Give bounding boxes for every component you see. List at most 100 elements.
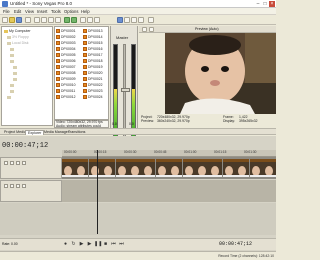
status-bar: Record Time (2 channels): 128:42:10	[0, 251, 276, 260]
menu-file[interactable]: File	[3, 9, 10, 14]
copy-icon[interactable]	[41, 17, 47, 23]
external-monitor-icon[interactable]	[149, 27, 154, 32]
ruler-tick-label: 00:00:45	[154, 150, 167, 154]
video-clip-thumbnail[interactable]	[129, 159, 142, 177]
new-icon[interactable]	[2, 17, 8, 23]
file-info: Video: 720x480x32, 29.970 fps Audio: str…	[54, 120, 109, 128]
video-clip-thumbnail[interactable]	[263, 159, 276, 177]
timeline-empty-area[interactable]	[0, 203, 276, 235]
video-clip-thumbnail[interactable]	[222, 159, 236, 177]
fader-knob[interactable]	[121, 88, 130, 93]
tree-item[interactable]	[10, 89, 15, 94]
cut-icon[interactable]	[34, 17, 40, 23]
video-clip-thumbnail[interactable]	[249, 159, 263, 177]
menu-tools[interactable]: Tools	[51, 9, 61, 14]
mute-icon[interactable]	[16, 184, 20, 188]
paste-icon[interactable]	[48, 17, 54, 23]
file-item[interactable]: DPX0024	[83, 95, 103, 101]
maximize-button[interactable]: □	[262, 1, 268, 7]
video-clip-thumbnail[interactable]	[236, 159, 250, 177]
minimize-button[interactable]: –	[255, 1, 261, 7]
tab-transitions[interactable]: Transitions	[66, 130, 87, 135]
file-item[interactable]: DPX0012	[56, 95, 76, 101]
tree-item[interactable]	[13, 71, 18, 76]
selection-tool-icon[interactable]	[131, 17, 137, 23]
track-fx-icon[interactable]	[10, 184, 14, 188]
redo-icon[interactable]	[71, 17, 77, 23]
zoom-tool-icon[interactable]	[138, 17, 144, 23]
loop-icon[interactable]: ↻	[70, 241, 77, 248]
tree-item[interactable]: My Computer	[4, 29, 31, 34]
tree-item[interactable]: 3½ Floppy	[7, 35, 29, 40]
preview-properties-icon[interactable]	[142, 27, 147, 32]
properties-icon[interactable]	[25, 17, 31, 23]
video-file-icon	[83, 89, 87, 94]
menu-help[interactable]: Help	[81, 9, 90, 14]
video-file-icon	[83, 59, 87, 64]
video-track[interactable]	[62, 157, 276, 179]
video-clip-thumbnail[interactable]	[209, 159, 223, 177]
menu-bar: File Edit View Insert Tools Options Help	[0, 8, 276, 15]
arm-record-icon[interactable]	[4, 184, 8, 188]
menu-insert[interactable]: Insert	[37, 9, 47, 14]
delete-icon[interactable]	[55, 17, 61, 23]
tree-item[interactable]	[10, 53, 15, 58]
tree-item[interactable]	[13, 77, 18, 82]
video-clip-thumbnail[interactable]	[182, 159, 196, 177]
audio-track[interactable]	[62, 180, 276, 202]
video-file-icon	[56, 77, 60, 82]
folder-icon	[10, 89, 14, 93]
video-clip-thumbnail[interactable]	[102, 159, 116, 177]
close-button[interactable]: ×	[269, 1, 275, 7]
timeline-ruler[interactable]: 00:00:00 00:00:15 00:00:30 00:00:45 00:01:00…	[62, 150, 276, 157]
track-fx-icon[interactable]	[10, 161, 14, 165]
menu-options[interactable]: Options	[64, 9, 78, 14]
pause-icon[interactable]: ❚❚	[94, 241, 102, 248]
video-clip-thumbnail[interactable]	[155, 159, 169, 177]
preview-quality-select[interactable]: Preview (Auto)	[195, 27, 219, 31]
undo-icon[interactable]	[64, 17, 70, 23]
go-to-end-icon[interactable]: ⏭	[118, 241, 125, 248]
video-file-icon	[56, 35, 60, 40]
video-clip-thumbnail[interactable]	[196, 159, 209, 177]
solo-icon[interactable]	[22, 184, 26, 188]
video-clip-thumbnail[interactable]	[115, 159, 129, 177]
video-track-header[interactable]	[0, 157, 62, 179]
video-file-icon	[83, 71, 87, 76]
video-file-icon	[56, 89, 60, 94]
video-clip-thumbnail[interactable]	[75, 159, 89, 177]
video-clip-thumbnail[interactable]	[142, 159, 156, 177]
tree-item[interactable]: Local Disk	[7, 41, 29, 46]
tree-item[interactable]	[13, 65, 18, 70]
video-clip-thumbnail[interactable]	[62, 159, 75, 177]
normal-edit-tool-icon[interactable]	[117, 17, 123, 23]
timeline-cursor[interactable]	[97, 150, 98, 234]
help-icon[interactable]	[148, 17, 154, 23]
mute-icon[interactable]	[16, 161, 20, 165]
go-to-start-icon[interactable]: ⏮	[110, 241, 117, 248]
explorer-tree[interactable]: My Computer 3½ Floppy Local Disk	[1, 26, 53, 126]
tree-item[interactable]	[10, 47, 15, 52]
record-icon[interactable]: ●	[62, 241, 69, 248]
video-file-icon	[56, 65, 60, 70]
play-from-start-icon[interactable]: ▶	[78, 241, 85, 248]
tree-item[interactable]	[7, 95, 12, 100]
tree-item[interactable]	[10, 83, 15, 88]
save-icon[interactable]	[16, 17, 22, 23]
file-list[interactable]: DPX0001 DPX0002 DPX0003 DPX0004 DPX0005 …	[54, 26, 109, 120]
solo-icon[interactable]	[22, 161, 26, 165]
stop-icon[interactable]: ■	[102, 241, 109, 248]
audio-track-header[interactable]	[0, 180, 62, 202]
open-icon[interactable]	[9, 17, 15, 23]
tree-item[interactable]	[10, 59, 15, 64]
play-icon[interactable]: ▶	[86, 241, 93, 248]
envelope-tool-icon[interactable]	[124, 17, 130, 23]
render-icon[interactable]	[80, 17, 86, 23]
autoripple-icon[interactable]	[94, 17, 100, 23]
video-clip-thumbnail[interactable]	[88, 159, 102, 177]
menu-edit[interactable]: Edit	[14, 9, 21, 14]
track-motion-icon[interactable]	[4, 161, 8, 165]
video-clip-thumbnail[interactable]	[169, 159, 183, 177]
menu-view[interactable]: View	[25, 9, 34, 14]
snap-icon[interactable]	[87, 17, 93, 23]
